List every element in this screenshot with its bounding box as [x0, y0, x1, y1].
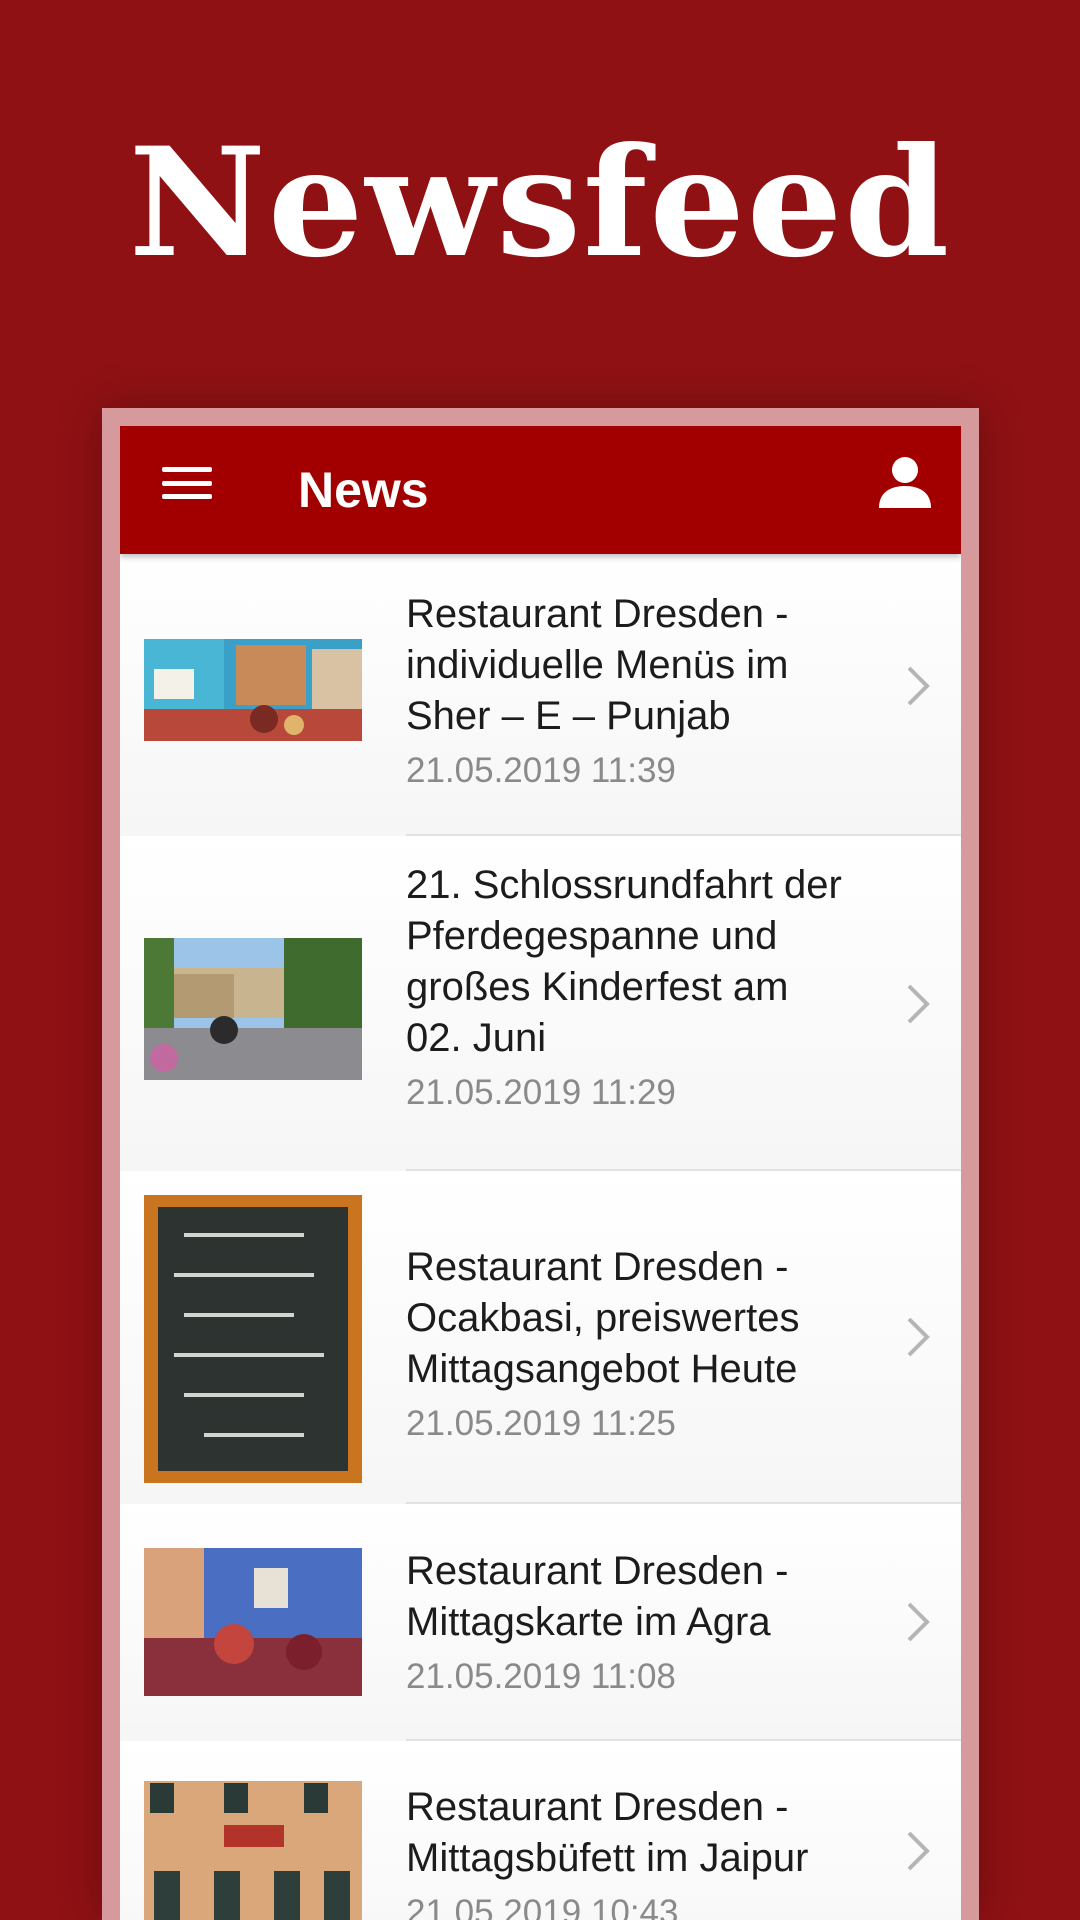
- list-item[interactable]: Restaurant Dresden - Mittagskarte im Agr…: [120, 1504, 961, 1741]
- news-date: 21.05.2019 11:39: [406, 751, 676, 790]
- app-bar-title: News: [298, 462, 429, 518]
- news-text: Restaurant Dresden - individuelle Menüs …: [406, 589, 846, 794]
- news-date: 21.05.2019 11:25: [406, 1404, 676, 1443]
- chevron-right-icon: [907, 1317, 930, 1357]
- news-title: 21. Schlossrundfahrt der Pferdegespanne …: [406, 863, 842, 1060]
- news-text: Restaurant Dresden - Ocakbasi, preiswert…: [406, 1242, 846, 1447]
- chevron-right-icon: [907, 984, 930, 1024]
- news-title: Restaurant Dresden - Mittagskarte im Agr…: [406, 1549, 789, 1644]
- news-title: Restaurant Dresden - individuelle Menüs …: [406, 592, 789, 738]
- news-thumbnail: [144, 1548, 362, 1696]
- news-title: Restaurant Dresden - Ocakbasi, preiswert…: [406, 1245, 800, 1391]
- chevron-right-icon: [907, 1831, 930, 1871]
- news-thumbnail: [144, 1195, 362, 1483]
- list-item[interactable]: Restaurant Dresden - individuelle Menüs …: [120, 554, 961, 836]
- news-date: 21.05.2019 11:08: [406, 1657, 676, 1696]
- app-bar: News: [120, 426, 961, 554]
- news-thumbnail: [144, 938, 362, 1080]
- news-text: Restaurant Dresden - Mittagsbüfett im Ja…: [406, 1782, 846, 1920]
- hamburger-menu-icon[interactable]: [162, 463, 212, 503]
- chevron-right-icon: [907, 1602, 930, 1642]
- list-item[interactable]: Restaurant Dresden - Mittagsbüfett im Ja…: [120, 1741, 961, 1920]
- news-date: 21.05.2019 10:43: [406, 1893, 679, 1920]
- news-title: Restaurant Dresden - Mittagsbüfett im Ja…: [406, 1785, 809, 1880]
- page-title: Newsfeed: [128, 115, 952, 291]
- chevron-right-icon: [907, 666, 930, 706]
- phone-mockup-frame: News Restaurant Dresden - individuelle M…: [102, 408, 979, 1920]
- news-text: 21. Schlossrundfahrt der Pferdegespanne …: [406, 860, 846, 1116]
- news-thumbnail: [144, 639, 362, 741]
- news-date: 21.05.2019 11:29: [406, 1073, 676, 1112]
- person-icon[interactable]: [877, 454, 933, 510]
- list-item[interactable]: 21. Schlossrundfahrt der Pferdegespanne …: [120, 836, 961, 1171]
- app-screen: News Restaurant Dresden - individuelle M…: [120, 426, 961, 1920]
- list-item[interactable]: Restaurant Dresden - Ocakbasi, preiswert…: [120, 1171, 961, 1504]
- news-text: Restaurant Dresden - Mittagskarte im Agr…: [406, 1546, 846, 1700]
- news-thumbnail: [144, 1781, 362, 1920]
